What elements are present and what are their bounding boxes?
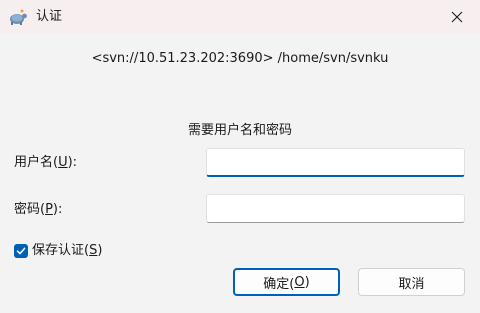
auth-prompt: 需要用户名和密码 (187, 123, 292, 138)
username-input[interactable] (206, 148, 465, 177)
tortoise-svn-icon (8, 8, 28, 26)
window-title: 认证 (36, 9, 63, 24)
checkbox-checked-icon[interactable] (14, 244, 28, 258)
repository-url: <svn://10.51.23.202:3690> /home/svn/svnk… (91, 51, 389, 66)
password-label: 密码(P): (14, 202, 63, 217)
title-bar: 认证 (0, 0, 480, 34)
close-button[interactable] (434, 0, 480, 34)
close-icon (451, 11, 463, 23)
save-auth-checkbox[interactable]: 保存认证(S) (14, 242, 102, 260)
username-label: 用户名(U): (14, 155, 78, 170)
auth-dialog-window: 认证 <svn://10.51.23.202:3690> /home/svn/s… (0, 0, 480, 313)
ok-button[interactable]: 确定(O) (233, 268, 340, 296)
password-input[interactable] (206, 194, 465, 223)
cancel-button[interactable]: 取消 (358, 268, 465, 296)
save-auth-label: 保存认证(S) (32, 243, 103, 258)
